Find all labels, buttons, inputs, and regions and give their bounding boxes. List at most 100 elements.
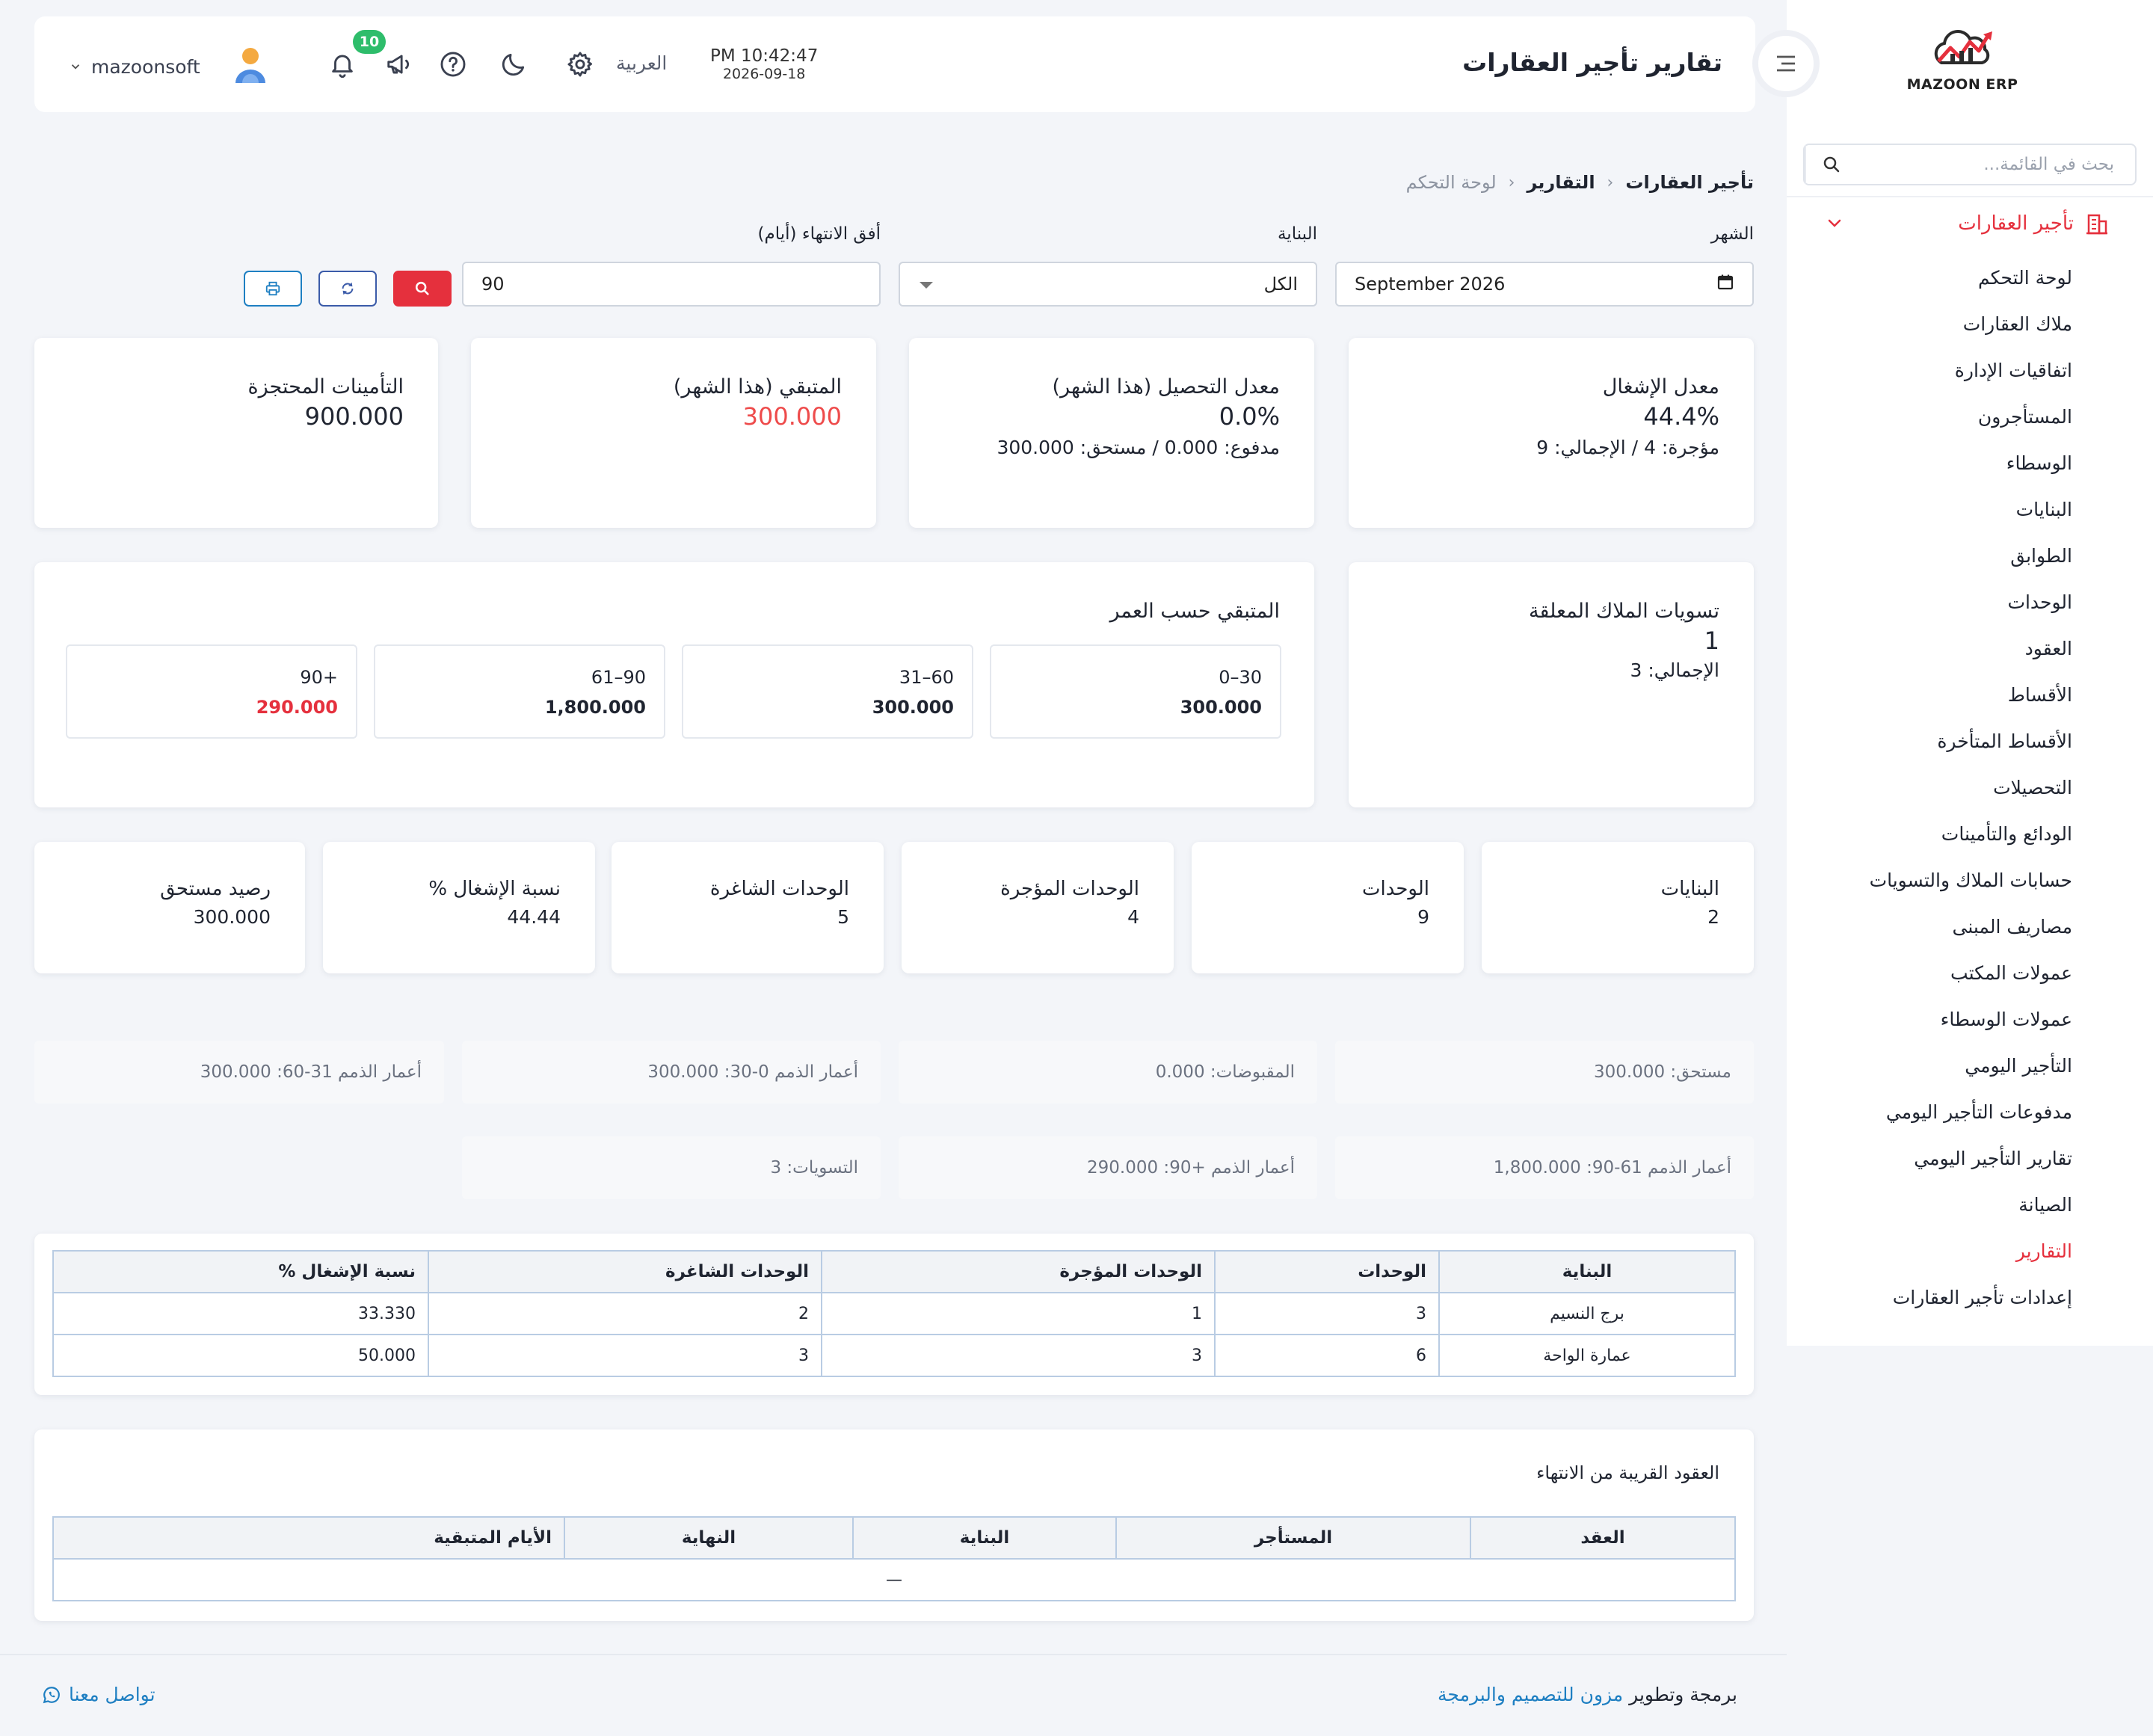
summary-aging-90-plus: أعمار الذمم +90: 290.000 — [899, 1136, 1317, 1199]
kpi-collection-value: 0.0% — [1219, 402, 1280, 431]
sidebar-group-property-rental[interactable]: تأجير العقارات — [1811, 206, 2110, 241]
table-cell: برج النسيم — [1438, 1292, 1736, 1335]
column-header: نسبة الإشغال % — [52, 1250, 429, 1293]
kpi-collection-sub: مدفوع: 0.000 / مستحق: 300.000 — [997, 437, 1280, 458]
sidebar-item-deposits[interactable]: الودائع والتأمينات — [1803, 815, 2072, 861]
megaphone-icon[interactable] — [381, 46, 417, 82]
table-row[interactable]: برج النسيم 3 1 2 33.330 — [52, 1292, 1736, 1335]
footer-contact-label: تواصل معنا — [69, 1684, 155, 1705]
stat-buildings-card: البنايات 2 — [1482, 842, 1754, 973]
avatar[interactable] — [232, 44, 269, 89]
sidebar-menu: لوحة التحكم ملاك العقارات اتفاقيات الإدا… — [1803, 259, 2072, 1325]
logo-text: MAZOON ERP — [1906, 76, 2018, 93]
calendar-icon[interactable] — [1716, 273, 1734, 295]
logo[interactable]: MAZOON ERP — [1906, 28, 2018, 103]
sidebar-item-overdue-installments[interactable]: الأقساط المتأخرة — [1803, 722, 2072, 769]
user-menu[interactable]: mazoonsoft — [69, 46, 269, 87]
summary-aging-61-90: أعمار الذمم 61-90: 1,800.000 — [1335, 1136, 1754, 1199]
column-header: النهاية — [564, 1516, 854, 1560]
aging-bucket-31-60: 31–60 300.000 — [682, 644, 973, 739]
sidebar-item-dashboard[interactable]: لوحة التحكم — [1803, 259, 2072, 305]
stat-title: نسبة الإشغال % — [428, 878, 561, 900]
column-header: الوحدات المؤجرة — [821, 1250, 1216, 1293]
sidebar-toggle-button[interactable] — [1752, 30, 1820, 97]
clock: PM 10:42:47 2026-09-18 — [710, 46, 818, 82]
building-label: البناية — [1277, 224, 1317, 244]
table-header-row: البناية الوحدات الوحدات المؤجرة الوحدات … — [52, 1250, 1736, 1293]
search-icon[interactable] — [1805, 145, 1857, 184]
sidebar-item-contracts[interactable]: العقود — [1803, 630, 2072, 676]
aging-bucket-label: 90+ — [300, 667, 338, 688]
aging-bucket-label: 0–30 — [1219, 667, 1262, 688]
language-switch[interactable]: العربية — [616, 52, 667, 74]
sidebar-item-office-commissions[interactable]: عمولات المكتب — [1803, 954, 2072, 1000]
month-picker[interactable]: September 2026 — [1335, 262, 1754, 307]
horizon-input[interactable]: 90 — [462, 262, 881, 307]
chevron-down-icon — [71, 64, 80, 70]
refresh-button[interactable] — [318, 271, 377, 307]
table-cell: 1 — [821, 1292, 1216, 1335]
sidebar-item-maintenance[interactable]: الصيانة — [1803, 1186, 2072, 1232]
sidebar-item-daily-rental-reports[interactable]: تقارير التأجير اليومي — [1803, 1139, 2072, 1186]
bell-icon[interactable] — [324, 46, 360, 82]
kpi-collection-card: معدل التحصيل (هذا الشهر) 0.0% مدفوع: 0.0… — [909, 338, 1314, 528]
sidebar-item-broker-commissions[interactable]: عمولات الوسطاء — [1803, 1000, 2072, 1047]
sidebar-item-rental-settings[interactable]: إعدادات تأجير العقارات — [1803, 1278, 2072, 1325]
sidebar-item-building-expenses[interactable]: مصاريف المبنى — [1803, 908, 2073, 954]
sidebar-item-installments[interactable]: الأقساط — [1803, 676, 2072, 722]
footer-brand-link[interactable]: مزون للتصميم والبرمجة — [1438, 1684, 1623, 1705]
stat-title: البنايات — [1660, 878, 1719, 900]
sidebar-item-units[interactable]: الوحدات — [1803, 583, 2072, 630]
stat-value: 2 — [1707, 906, 1719, 928]
settlements-title: تسويات الملاك المعلقة — [1528, 600, 1719, 623]
sidebar-item-owner-accounts[interactable]: حسابات الملاك والتسويات — [1803, 861, 2072, 908]
column-header: المستأجر — [1115, 1516, 1471, 1560]
stat-title: الوحدات الشاغرة — [709, 878, 849, 900]
top-header: تقارير تأجير العقارات PM 10:42:47 2026-0… — [34, 16, 1755, 112]
sidebar-item-reports[interactable]: التقارير — [1803, 1232, 2072, 1278]
sidebar-item-collections[interactable]: التحصيلات — [1803, 769, 2072, 815]
column-header: الوحدات الشاغرة — [428, 1250, 822, 1293]
horizon-label: أفق الانتهاء (أيام) — [757, 224, 881, 244]
sidebar-item-tenants[interactable]: المستأجرون — [1803, 398, 2072, 444]
breadcrumb-item-dashboard: لوحة التحكم — [1405, 172, 1497, 193]
building-select[interactable]: الكل — [899, 262, 1317, 307]
sidebar-item-daily-rental[interactable]: التأجير اليومي — [1803, 1047, 2072, 1093]
kpi-occupancy-card: معدل الإشغال 44.4% مؤجرة: 4 / الإجمالي: … — [1349, 338, 1754, 528]
chevron-left-icon: ‹ — [1607, 173, 1614, 192]
breadcrumb-item-property-rental[interactable]: تأجير العقارات — [1625, 172, 1754, 193]
kpi-deposits-title: التأمينات المحتجزة — [247, 375, 404, 398]
search-button[interactable] — [393, 271, 452, 307]
help-icon[interactable] — [435, 46, 471, 82]
sidebar-item-management-agreements[interactable]: اتفاقيات الإدارة — [1803, 351, 2072, 398]
footer-credit: برمجة وتطوير مزون للتصميم والبرمجة — [1438, 1684, 1737, 1705]
table-row[interactable]: عمارة الواحة 6 3 3 50.000 — [52, 1334, 1736, 1377]
buildings-table: البناية الوحدات الوحدات المؤجرة الوحدات … — [52, 1250, 1736, 1377]
clock-time: PM 10:42:47 — [710, 46, 819, 66]
footer-prefix: برمجة وتطوير — [1629, 1684, 1737, 1705]
sidebar-search-input[interactable] — [1857, 155, 2135, 174]
stat-title: رصيد مستحق — [160, 878, 271, 900]
sidebar-item-daily-rental-payments[interactable]: مدفوعات التأجير اليومي — [1803, 1093, 2072, 1139]
moon-icon[interactable] — [496, 46, 532, 82]
aging-title: المتبقي حسب العمر — [1109, 600, 1280, 623]
aging-bucket-value: 290.000 — [256, 697, 338, 718]
sidebar-item-brokers[interactable]: الوسطاء — [1803, 444, 2072, 490]
chevron-down-icon — [1826, 214, 1844, 237]
print-button[interactable] — [244, 271, 302, 307]
table-cell: 50.000 — [52, 1334, 429, 1377]
table-cell: 2 — [428, 1292, 822, 1335]
column-header: الوحدات — [1214, 1250, 1440, 1293]
footer-contact-link[interactable]: تواصل معنا — [42, 1684, 155, 1705]
breadcrumb-item-reports[interactable]: التقارير — [1527, 172, 1595, 193]
caret-down-icon — [918, 274, 934, 295]
footer-divider — [0, 1654, 1787, 1655]
empty-cell: — — [52, 1558, 1736, 1601]
sidebar-item-buildings[interactable]: البنايات — [1803, 490, 2072, 537]
gear-icon[interactable] — [562, 46, 598, 82]
table-cell: عمارة الواحة — [1438, 1334, 1736, 1377]
aging-bucket-value: 1,800.000 — [544, 697, 646, 718]
stat-occupancy-card: نسبة الإشغال % 44.44 — [323, 842, 595, 973]
sidebar-item-owners[interactable]: ملاك العقارات — [1803, 305, 2072, 351]
sidebar-item-floors[interactable]: الطوابق — [1803, 537, 2072, 583]
